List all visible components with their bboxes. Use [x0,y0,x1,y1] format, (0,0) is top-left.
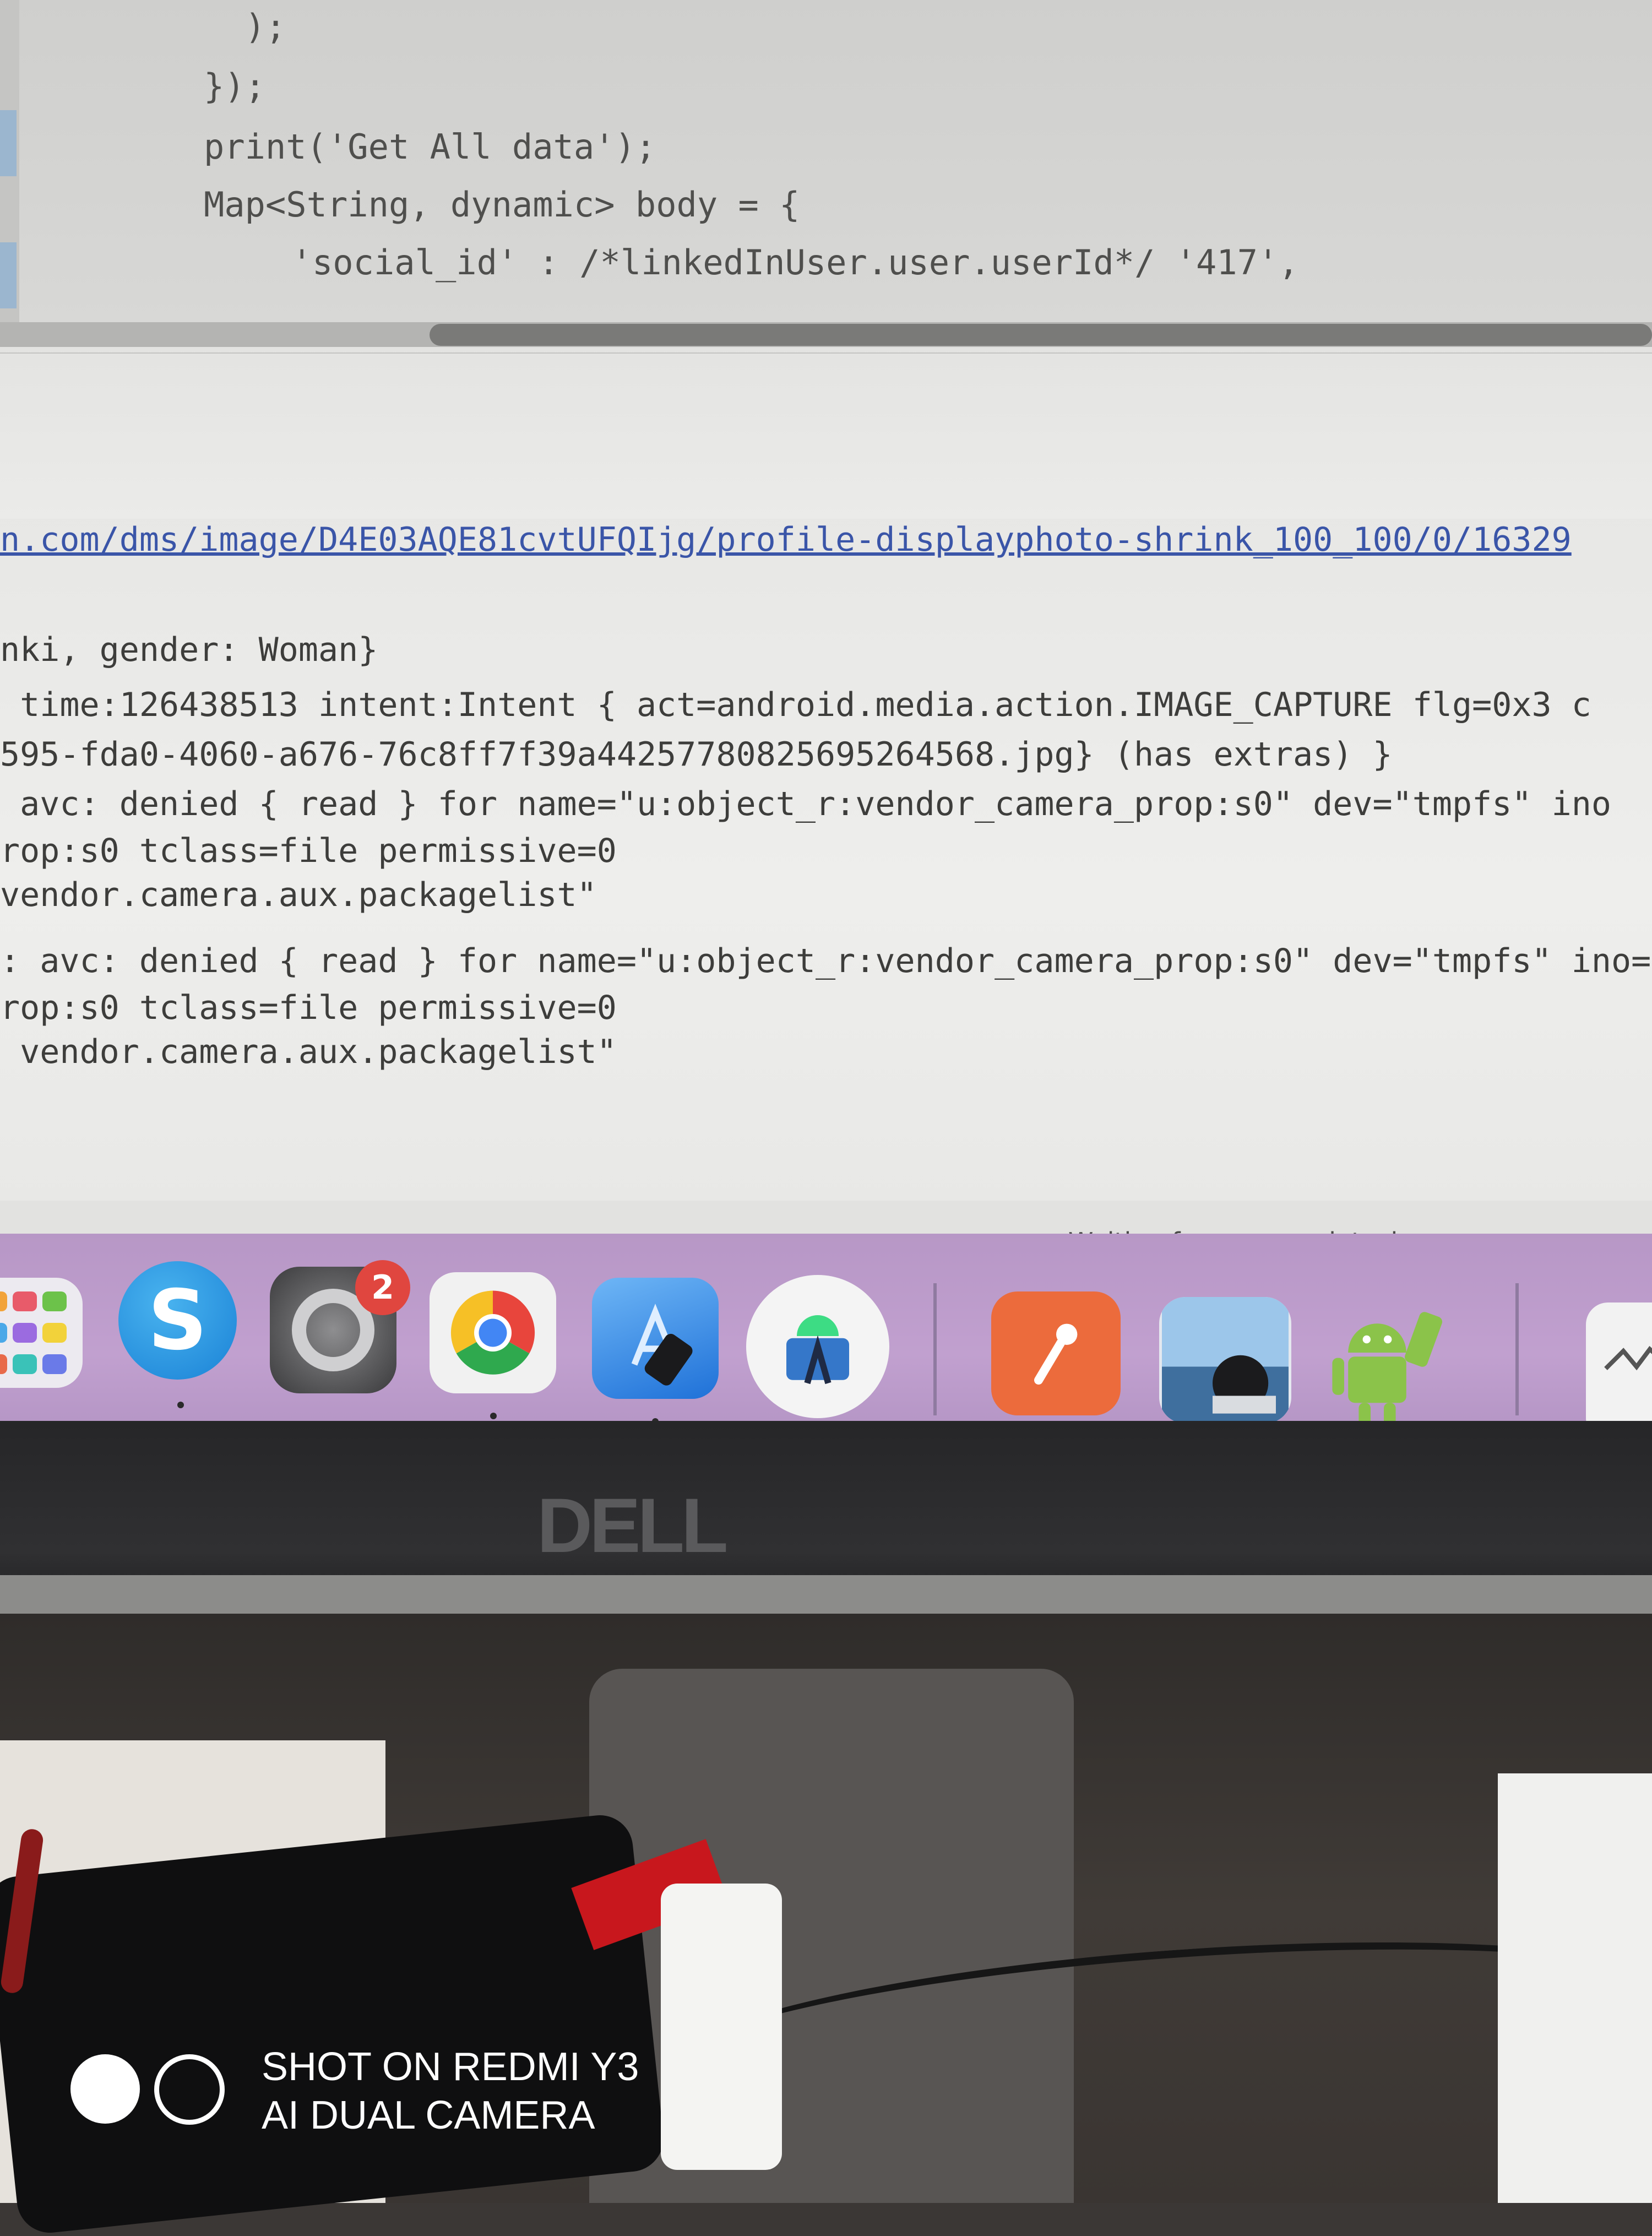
android-studio-logo [786,1315,849,1385]
notification-badge: 2 [355,1260,410,1315]
code-line: }); [204,66,265,106]
code-line: Map<String, dynamic> body = { [204,184,800,225]
watermark-line-1: SHOT ON REDMI Y3 [262,2045,639,2089]
postman-icon[interactable] [991,1291,1121,1415]
console-line: : avc: denied { read } for name="u:objec… [0,942,1651,980]
code-line: 'social_id' : /*linkedInUser.user.userId… [251,242,1299,283]
android-studio-icon[interactable] [746,1275,889,1418]
trash-icon[interactable] [1586,1302,1652,1435]
xcode-logo [631,1304,693,1386]
monitor-screen: ); }); print('Get All data'); Map<String… [0,0,1652,1487]
running-indicator [177,1402,184,1408]
run-console[interactable]: n.com/dms/image/D4E03AQE81cvtUFQIjg/prof… [0,518,1652,1234]
trash-contents [1604,1345,1652,1371]
dell-logo: DELL [537,1482,729,1569]
running-indicator [490,1413,497,1419]
dock-separator [933,1283,937,1415]
monitor-bottom-strip [0,1575,1652,1614]
paper-sheet [1498,1773,1652,2203]
launchpad-icon[interactable] [0,1278,83,1388]
code-editor[interactable]: ); }); print('Get All data'); Map<String… [0,0,1652,330]
horizontal-scrollbar-thumb[interactable] [430,324,1652,346]
editor-gutter [0,0,19,330]
chrome-icon[interactable] [430,1272,556,1393]
smartphone [0,1812,667,2236]
skype-glyph: S [148,1272,208,1369]
dock-separator [1515,1283,1519,1415]
watermark-line-2: AI DUAL CAMERA [262,2093,595,2137]
console-line: rop:s0 tclass=file permissive=0 [0,989,617,1027]
console-line: vendor.camera.aux.packagelist" [0,1033,617,1071]
code-line: print('Get All data'); [204,127,656,167]
chrome-logo [450,1290,535,1375]
preview-icon[interactable] [1159,1297,1291,1424]
android-icon[interactable] [1322,1300,1459,1432]
skype-icon[interactable]: S [118,1261,237,1380]
code-line: ); [204,7,286,47]
paper-stack [661,1884,782,2170]
camera-watermark-dot [70,2054,140,2124]
run-tool-window-header [0,352,1652,519]
console-link-line[interactable]: n.com/dms/image/D4E03AQE81cvtUFQIjg/prof… [0,520,1572,559]
xcode-icon[interactable] [592,1278,719,1399]
preview-logo [1162,1297,1289,1424]
android-robot-logo [1332,1312,1443,1427]
console-line: vendor.camera.aux.packagelist" [0,876,597,914]
console-line: avc: denied { read } for name="u:object_… [0,785,1611,823]
gutter-marker [0,242,17,308]
gutter-marker [0,110,17,176]
camera-watermark-ring [154,2054,225,2125]
console-line: nki, gender: Woman} [0,631,378,669]
console-line: rop:s0 tclass=file permissive=0 [0,832,617,870]
console-line: 595-fda0-4060-a676-76c8ff7f39a4425778082… [0,735,1393,774]
console-line: time:126438513 intent:Intent { act=andro… [0,686,1591,724]
postman-logo [1034,1323,1077,1385]
